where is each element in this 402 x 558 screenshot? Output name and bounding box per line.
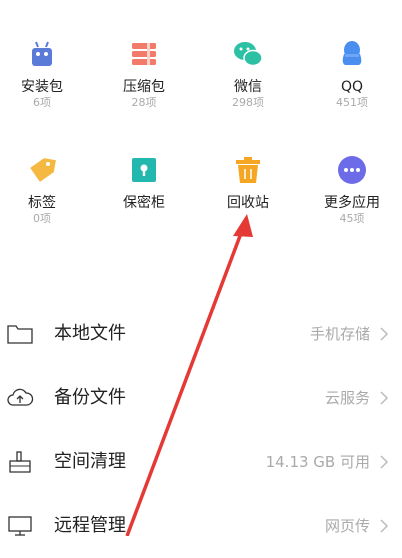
grid-item-count: 451项 — [336, 96, 368, 109]
grid-item-count: 298项 — [232, 96, 264, 109]
grid-item-label: 更多应用 — [324, 195, 380, 211]
grid-item-label: 压缩包 — [123, 79, 165, 95]
trash-icon — [232, 154, 264, 186]
grid-item-count: 28项 — [131, 96, 157, 109]
cloud-upload-icon — [6, 386, 34, 410]
list-item-subtitle: 14.13 GB 可用 — [265, 453, 370, 471]
list-item-remote-management[interactable]: 远程管理 网页传 — [0, 494, 402, 558]
grid-item-count: 0项 — [33, 212, 51, 225]
folder-icon — [6, 322, 34, 346]
more-icon — [336, 154, 368, 186]
list-item-space-cleanup[interactable]: 空间清理 14.13 GB 可用 — [0, 430, 402, 494]
grid-item-count: 6项 — [33, 96, 51, 109]
chevron-right-icon — [378, 450, 390, 474]
list-item-title: 备份文件 — [54, 387, 126, 408]
list-item-subtitle: 网页传 — [324, 517, 370, 535]
list-item-subtitle: 云服务 — [324, 389, 370, 407]
grid-item-safe[interactable]: 保密柜 — [104, 154, 184, 212]
list-item-title: 本地文件 — [54, 323, 126, 344]
list-item-title: 远程管理 — [54, 515, 126, 536]
safe-icon — [128, 154, 160, 186]
wechat-icon — [232, 38, 264, 70]
list-item-subtitle: 手机存储 — [309, 325, 370, 343]
grid-item-label: 保密柜 — [123, 195, 165, 211]
zip-icon — [128, 38, 160, 70]
grid-item-label: 安装包 — [21, 79, 63, 95]
list-item-title: 空间清理 — [54, 451, 126, 472]
grid-item-count: 45项 — [339, 212, 365, 225]
grid-item-tags[interactable]: 标签 0项 — [2, 154, 82, 226]
grid-item-label: 微信 — [234, 79, 262, 95]
grid-item-wechat[interactable]: 微信 298项 — [208, 38, 288, 110]
grid-item-archive[interactable]: 压缩包 28项 — [104, 38, 184, 110]
chevron-right-icon — [378, 386, 390, 410]
qq-icon — [336, 38, 368, 70]
list-item-backup-files[interactable]: 备份文件 云服务 — [0, 366, 402, 430]
grid-item-more-apps[interactable]: 更多应用 45项 — [312, 154, 392, 226]
grid-item-label: 标签 — [28, 195, 56, 211]
chevron-right-icon — [378, 322, 390, 346]
grid-item-qq[interactable]: QQ 451项 — [312, 38, 392, 110]
grid-item-label: QQ — [340, 79, 364, 95]
monitor-icon — [6, 514, 34, 538]
broom-icon — [6, 450, 34, 474]
list-item-local-files[interactable]: 本地文件 手机存储 — [0, 302, 402, 366]
grid-item-label: 回收站 — [227, 195, 269, 211]
grid-item-apk[interactable]: 安装包 6项 — [2, 38, 82, 110]
android-icon — [26, 38, 58, 70]
chevron-right-icon — [378, 514, 390, 538]
tag-icon — [26, 154, 58, 186]
grid-item-recycle-bin[interactable]: 回收站 — [208, 154, 288, 212]
